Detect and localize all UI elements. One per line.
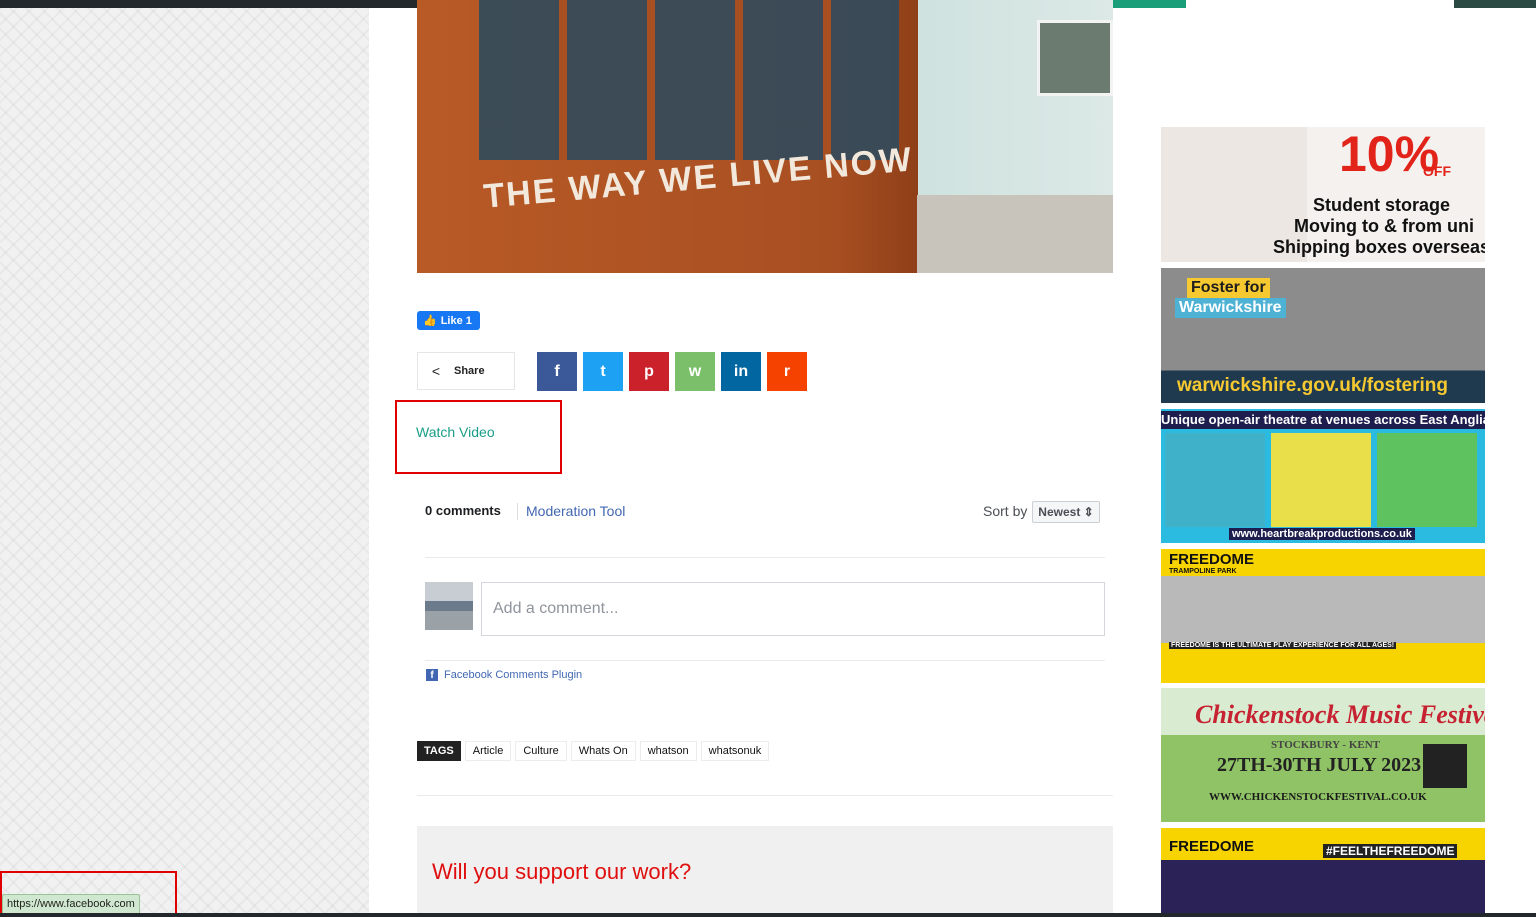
comment-count: 0 comments xyxy=(425,503,501,518)
qr-code xyxy=(1423,744,1467,788)
plugin-label: Facebook Comments Plugin xyxy=(444,669,583,681)
facebook-icon: f xyxy=(426,669,438,681)
twitter-share-button[interactable]: t xyxy=(583,352,623,391)
avatar xyxy=(425,582,473,630)
share-button[interactable]: < Share xyxy=(417,352,515,390)
linkedin-share-button[interactable]: in xyxy=(721,352,761,391)
moderation-tool-link[interactable]: Moderation Tool xyxy=(526,503,625,519)
crowd-photo xyxy=(479,0,899,160)
facebook-comments-plugin-link[interactable]: f Facebook Comments Plugin xyxy=(426,669,582,681)
status-bar-url: https://www.facebook.com xyxy=(2,894,140,915)
whatsapp-share-button[interactable]: w xyxy=(675,352,715,391)
facebook-icon: f xyxy=(554,362,560,380)
gallery-picture xyxy=(1037,20,1113,96)
article-hero-image: THE WAY WE LIVE NOW xyxy=(417,0,1113,273)
watch-video-link[interactable]: Watch Video xyxy=(416,424,495,440)
ad-chickenstock[interactable]: Chickenstock Music Festival STOCKBURY - … xyxy=(1161,688,1485,822)
tag-whatsonuk[interactable]: whatsonuk xyxy=(700,741,770,761)
support-heading: Will you support our work? xyxy=(432,859,692,884)
divider xyxy=(425,660,1105,661)
facebook-share-button[interactable]: f xyxy=(537,352,577,391)
divider xyxy=(417,795,1113,796)
ad-fostering[interactable]: Foster for Warwickshire warwickshire.gov… xyxy=(1161,268,1485,403)
thumbs-up-icon: 👍 xyxy=(423,315,437,327)
sort-select[interactable]: Newest ⇕ xyxy=(1032,501,1100,523)
ad-freedome[interactable]: FREEDOME TRAMPOLINE PARK FREEDOME IS THE… xyxy=(1161,549,1485,683)
share-label: Share xyxy=(454,365,485,377)
like-label: Like 1 xyxy=(440,314,472,327)
reddit-share-button[interactable]: r xyxy=(767,352,807,391)
ad-student-storage[interactable]: 10% OFF Student storage Moving to & from… xyxy=(1161,127,1485,262)
share-icon: < xyxy=(431,363,441,379)
whatsapp-icon: w xyxy=(688,362,702,380)
tags-list: TAGS Article Culture Whats On whatson wh… xyxy=(417,741,770,761)
reddit-icon: r xyxy=(783,362,791,380)
facebook-like-button[interactable]: 👍 Like 1 xyxy=(417,311,480,330)
ad-open-air-theatre[interactable]: Unique open-air theatre at venues across… xyxy=(1161,409,1485,543)
comment-input[interactable]: Add a comment... xyxy=(481,582,1105,636)
support-box: Will you support our work? xyxy=(417,826,1113,917)
tags-heading: TAGS xyxy=(417,741,461,761)
linkedin-icon: in xyxy=(733,362,749,380)
tag-whatson[interactable]: whatson xyxy=(639,741,697,761)
tag-whats-on[interactable]: Whats On xyxy=(570,741,636,761)
divider xyxy=(425,557,1105,558)
twitter-icon: t xyxy=(600,362,606,380)
ad-freedome-2[interactable]: FREEDOME #FEELTHEFREEDOME xyxy=(1161,828,1485,917)
sort-label: Sort by xyxy=(983,503,1028,519)
pinterest-share-button[interactable]: p xyxy=(629,352,669,391)
tag-article[interactable]: Article xyxy=(464,741,512,761)
tag-culture[interactable]: Culture xyxy=(515,741,567,761)
pinterest-icon: p xyxy=(644,362,654,380)
